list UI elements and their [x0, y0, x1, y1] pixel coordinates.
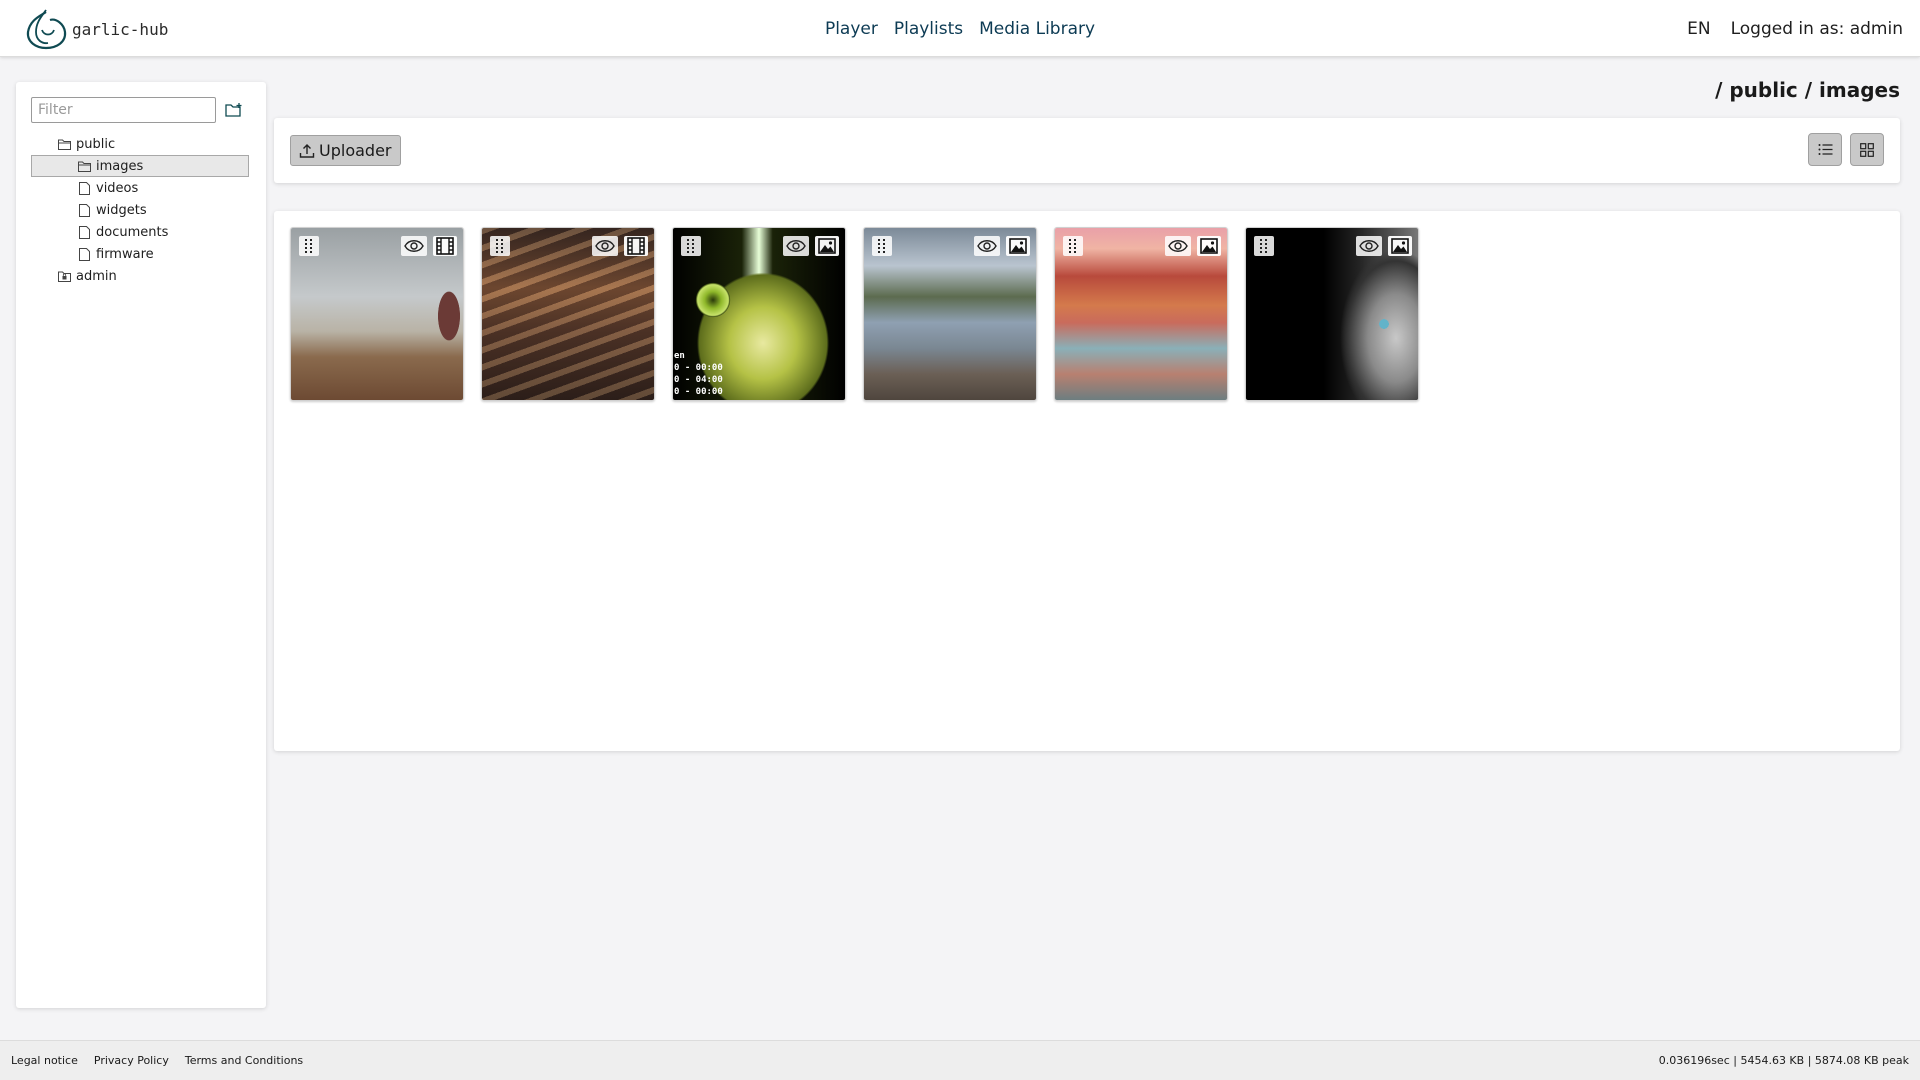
tree-item-admin[interactable]: admin — [31, 265, 249, 287]
tree-item-label: firmware — [96, 246, 154, 262]
header-right: EN Logged in as: admin — [1687, 0, 1903, 57]
performance-stats: 0.036196sec | 5454.63 KB | 5874.08 KB pe… — [1658, 1054, 1909, 1067]
film-icon — [433, 236, 457, 256]
media-item[interactable] — [863, 227, 1037, 401]
top-header: garlic-hub Player Playlists Media Librar… — [0, 0, 1920, 57]
folder-lock-icon — [57, 269, 71, 283]
uploader-label: Uploader — [319, 141, 392, 160]
tree-item-videos[interactable]: videos — [31, 177, 249, 199]
image-icon — [1388, 236, 1412, 256]
eye-icon[interactable] — [783, 236, 809, 256]
uploader-button[interactable]: Uploader — [290, 135, 402, 166]
eye-icon[interactable] — [592, 236, 618, 256]
media-thumbnails: en 0 - 00:00 0 - 04:00 0 - 00:00 — [290, 227, 1436, 401]
eye-icon[interactable] — [1165, 236, 1191, 256]
image-icon — [1006, 236, 1030, 256]
tree-item-images[interactable]: images — [31, 155, 249, 177]
film-icon — [624, 236, 648, 256]
tree-item-widgets[interactable]: widgets — [31, 199, 249, 221]
tree-item-label: widgets — [96, 202, 147, 218]
language-selector[interactable]: EN — [1687, 19, 1710, 39]
list-view-button[interactable] — [1808, 133, 1842, 166]
drag-handle-icon[interactable] — [299, 236, 319, 256]
tree-item-label: images — [96, 158, 144, 174]
media-item[interactable] — [481, 227, 655, 401]
grid-view-button[interactable] — [1850, 133, 1884, 166]
nav-player[interactable]: Player — [825, 19, 878, 39]
drag-handle-icon[interactable] — [490, 236, 510, 256]
drag-handle-icon[interactable] — [872, 236, 892, 256]
upload-icon — [299, 143, 315, 158]
logo[interactable]: garlic-hub — [22, 6, 168, 52]
legal-notice-link[interactable]: Legal notice — [11, 1054, 78, 1067]
tree-item-public[interactable]: public — [31, 133, 249, 155]
drag-handle-icon[interactable] — [1063, 236, 1083, 256]
tree-item-label: documents — [96, 224, 169, 240]
garlic-logo-icon — [26, 9, 67, 50]
list-icon — [1818, 144, 1832, 155]
logo-text: garlic-hub — [72, 19, 169, 39]
footer-links: Legal notice Privacy Policy Terms and Co… — [11, 1054, 319, 1067]
media-toolbar: Uploader — [274, 118, 1900, 183]
eye-icon[interactable] — [974, 236, 1000, 256]
file-icon — [77, 181, 91, 195]
privacy-policy-link[interactable]: Privacy Policy — [94, 1054, 169, 1067]
drag-handle-icon[interactable] — [1254, 236, 1274, 256]
filter-input[interactable] — [31, 97, 216, 123]
media-item[interactable] — [1054, 227, 1228, 401]
filter-row — [31, 97, 244, 123]
file-icon — [77, 225, 91, 239]
footer: Legal notice Privacy Policy Terms and Co… — [0, 1040, 1920, 1080]
tree-item-label: admin — [76, 268, 117, 284]
eye-icon[interactable] — [401, 236, 427, 256]
folder-tree: public images videos widgets documents f… — [31, 133, 249, 287]
eye-icon[interactable] — [1356, 236, 1382, 256]
tree-item-documents[interactable]: documents — [31, 221, 249, 243]
image-icon — [1197, 236, 1221, 256]
media-item[interactable]: en 0 - 00:00 0 - 04:00 0 - 00:00 — [672, 227, 846, 401]
media-item[interactable] — [1245, 227, 1419, 401]
drag-handle-icon[interactable] — [681, 236, 701, 256]
login-status[interactable]: Logged in as: admin — [1731, 19, 1903, 39]
folder-open-icon — [57, 137, 71, 151]
media-overlay-text: en 0 - 00:00 0 - 04:00 0 - 00:00 — [674, 351, 723, 397]
tree-item-label: public — [76, 136, 116, 152]
breadcrumb: / public / images — [1715, 78, 1900, 102]
main-nav: Player Playlists Media Library — [0, 0, 1920, 57]
terms-link[interactable]: Terms and Conditions — [185, 1054, 303, 1067]
folder-sidebar: public images videos widgets documents f… — [16, 82, 266, 1008]
file-icon — [77, 203, 91, 217]
nav-media-library[interactable]: Media Library — [979, 19, 1095, 39]
folder-open-icon — [77, 159, 91, 173]
add-folder-icon[interactable] — [224, 100, 244, 120]
grid-icon — [1860, 142, 1874, 157]
tree-item-label: videos — [96, 180, 139, 196]
image-icon — [815, 236, 839, 256]
media-grid-panel: en 0 - 00:00 0 - 04:00 0 - 00:00 — [274, 211, 1900, 751]
media-item[interactable] — [290, 227, 464, 401]
nav-playlists[interactable]: Playlists — [894, 19, 963, 39]
file-icon — [77, 247, 91, 261]
tree-item-firmware[interactable]: firmware — [31, 243, 249, 265]
